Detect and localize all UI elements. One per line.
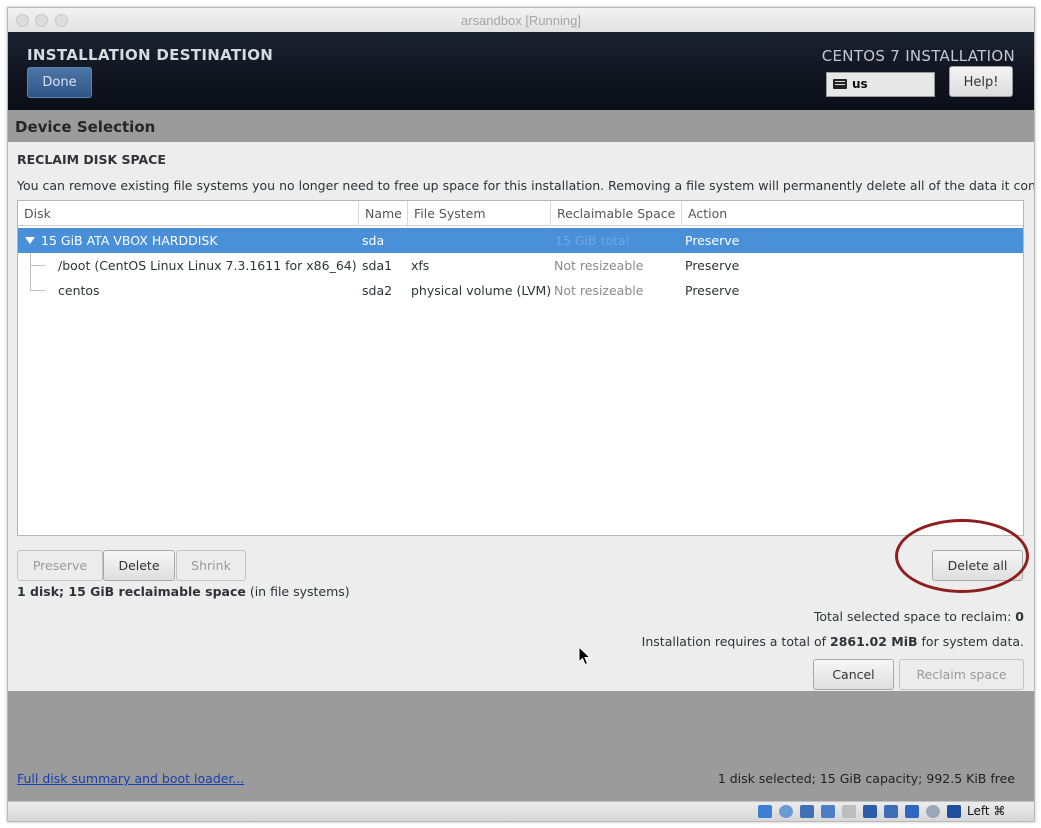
installer-footer: Full disk summary and boot loader... 1 d… bbox=[8, 691, 1034, 801]
requires-suffix: for system data. bbox=[917, 634, 1024, 649]
reclaimable-cell: Not resizeable bbox=[554, 283, 644, 298]
disk-table: Disk Name File System Reclaimable Space … bbox=[17, 200, 1024, 536]
filesystem-cell: xfs bbox=[411, 258, 430, 273]
action-cell: Preserve bbox=[685, 233, 740, 248]
window-titlebar: arsandbox [Running] bbox=[8, 8, 1034, 33]
cpu-icon[interactable] bbox=[926, 805, 940, 818]
requires-prefix: Installation requires a total of bbox=[641, 634, 831, 649]
host-key-label: Left ⌘ bbox=[967, 804, 1006, 818]
product-title: CENTOS 7 INSTALLATION bbox=[821, 47, 1015, 65]
name-cell: sda2 bbox=[362, 283, 393, 298]
table-row[interactable]: /boot (CentOS Linux Linux 7.3.1611 for x… bbox=[18, 253, 1023, 278]
shared-folders-icon[interactable] bbox=[863, 805, 877, 818]
delete-button[interactable]: Delete bbox=[103, 550, 175, 581]
reclaimable-cell: Not resizeable bbox=[554, 258, 644, 273]
virtualbox-window: arsandbox [Running] INSTALLATION DESTINA… bbox=[7, 7, 1035, 822]
requires-value: 2861.02 MiB bbox=[830, 634, 918, 649]
virtualbox-status-bar: Left ⌘ bbox=[8, 801, 1034, 821]
table-row[interactable]: 15 GiB ATA VBOX HARDDISK sda 15 GiB tota… bbox=[18, 228, 1023, 253]
annotation-circle bbox=[895, 519, 1029, 593]
column-header-action[interactable]: Action bbox=[681, 201, 1023, 226]
action-cell: Preserve bbox=[685, 283, 740, 298]
reclaimable-cell: 15 GiB total bbox=[555, 233, 630, 248]
dialog-description: You can remove existing file systems you… bbox=[17, 178, 1035, 193]
column-header-reclaimable-space[interactable]: Reclaimable Space bbox=[550, 201, 681, 226]
keyboard-icon bbox=[833, 79, 847, 89]
table-row[interactable]: centos sda2 physical volume (LVM) Not re… bbox=[18, 278, 1023, 303]
reclaimable-summary: 1 disk; 15 GiB reclaimable space (in fil… bbox=[17, 584, 350, 599]
keyboard-layout-indicator[interactable]: us bbox=[826, 72, 935, 97]
disk-cell: /boot (CentOS Linux Linux 7.3.1611 for x… bbox=[58, 258, 357, 273]
filesystem-cell: physical volume (LVM) bbox=[411, 283, 552, 298]
video-capture-icon[interactable] bbox=[905, 805, 919, 818]
audio-icon[interactable] bbox=[800, 805, 814, 818]
display-icon[interactable] bbox=[884, 805, 898, 818]
collapse-triangle-icon[interactable] bbox=[25, 237, 35, 244]
name-cell: sda bbox=[362, 233, 385, 248]
hard-disk-icon[interactable] bbox=[758, 805, 772, 818]
column-header-name[interactable]: Name bbox=[358, 201, 407, 226]
total-reclaim-value: 0 bbox=[1015, 609, 1024, 624]
keyboard-layout-label: us bbox=[852, 77, 868, 91]
reclaimable-summary-bold: 1 disk; 15 GiB reclaimable space bbox=[17, 584, 246, 599]
disk-status-summary: 1 disk selected; 15 GiB capacity; 992.5 … bbox=[717, 771, 1015, 786]
reclaim-disk-space-dialog: RECLAIM DISK SPACE You can remove existi… bbox=[8, 142, 1034, 691]
disk-cell: 15 GiB ATA VBOX HARDDISK bbox=[41, 233, 218, 248]
reclaimable-summary-rest: (in file systems) bbox=[245, 584, 350, 599]
total-reclaim-text: Total selected space to reclaim: 0 bbox=[814, 609, 1024, 624]
column-header-file-system[interactable]: File System bbox=[407, 201, 550, 226]
mouse-integration-icon[interactable] bbox=[947, 805, 961, 818]
full-disk-summary-link[interactable]: Full disk summary and boot loader... bbox=[17, 771, 244, 786]
window-title: arsandbox [Running] bbox=[461, 13, 581, 28]
page-title: INSTALLATION DESTINATION bbox=[27, 46, 274, 64]
device-selection-band: Device Selection bbox=[8, 110, 1034, 142]
disk-cell: centos bbox=[58, 283, 100, 298]
preserve-button[interactable]: Preserve bbox=[17, 550, 103, 581]
usb-icon[interactable] bbox=[842, 805, 856, 818]
shrink-button[interactable]: Shrink bbox=[176, 550, 246, 581]
total-reclaim-prefix: Total selected space to reclaim: bbox=[813, 609, 1016, 624]
installation-requirement-text: Installation requires a total of 2861.02… bbox=[642, 634, 1024, 649]
action-cell: Preserve bbox=[685, 258, 740, 273]
done-button[interactable]: Done bbox=[27, 67, 92, 98]
reclaim-space-button[interactable]: Reclaim space bbox=[899, 659, 1024, 690]
column-header-disk[interactable]: Disk bbox=[18, 201, 358, 226]
help-button[interactable]: Help! bbox=[949, 66, 1013, 97]
cancel-button[interactable]: Cancel bbox=[813, 659, 894, 690]
device-selection-label: Device Selection bbox=[15, 118, 156, 136]
network-icon[interactable] bbox=[821, 805, 835, 818]
dialog-title: RECLAIM DISK SPACE bbox=[17, 152, 166, 167]
installer-header: INSTALLATION DESTINATION Done CENTOS 7 I… bbox=[8, 32, 1034, 110]
optical-drive-icon[interactable] bbox=[779, 805, 793, 818]
name-cell: sda1 bbox=[362, 258, 393, 273]
